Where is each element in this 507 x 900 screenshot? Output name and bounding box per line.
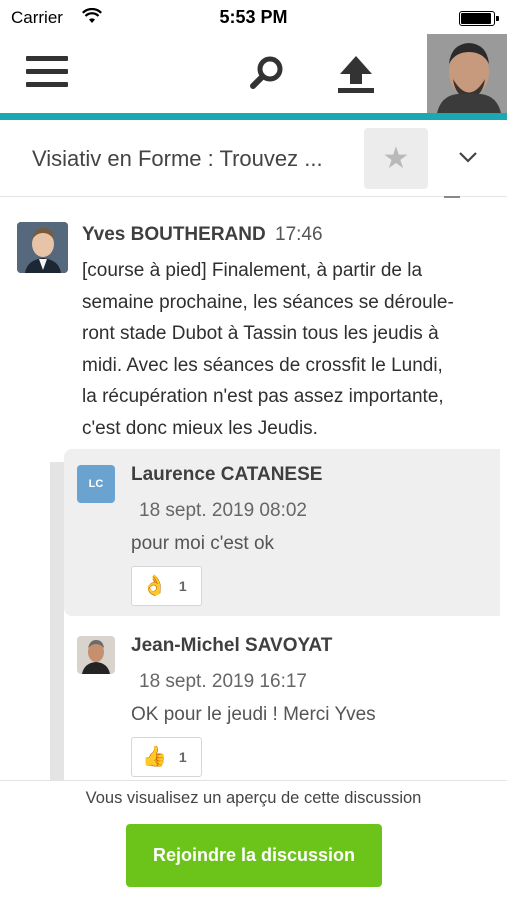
post-line: midi. Avec les séances de crossfit le Lu…	[82, 354, 443, 376]
post-line: semaine prochaine, les séances se déroul…	[82, 291, 454, 313]
preview-notice: Vous visualisez un aperçu de cette discu…	[85, 789, 422, 807]
join-discussion-button[interactable]: Rejoindre la discussion	[126, 824, 382, 887]
reply-date: 18 sept. 2019 08:02	[139, 500, 307, 521]
avatar[interactable]: LC	[77, 465, 115, 503]
clock: 5:53 PM	[219, 7, 288, 27]
star-icon: ★	[382, 141, 410, 175]
hamburger-menu-icon[interactable]	[26, 56, 68, 92]
reply-text: pour moi c'est ok	[131, 533, 275, 554]
favorite-button[interactable]: ★	[364, 128, 428, 189]
status-bar: Carrier 5:53 PM	[0, 0, 507, 36]
app-bar	[0, 34, 507, 113]
upload-icon[interactable]	[334, 52, 378, 96]
reply-author[interactable]: Laurence CATANESE	[131, 464, 322, 486]
search-icon[interactable]	[248, 54, 288, 94]
reaction-button[interactable]: 👍 1	[131, 737, 202, 777]
post-line: ront stade Dubot à Tassin tous les jeudi…	[82, 323, 439, 344]
reply-item: Jean-Michel SAVOYAT 18 sept. 2019 16:17 …	[64, 620, 500, 780]
battery-icon	[459, 11, 499, 26]
post-line: la récupération n'est pas assez importan…	[82, 386, 444, 407]
ok-hand-icon: 👌	[142, 575, 167, 597]
post-body: [course à pied] Finalement, à partir de …	[82, 255, 487, 444]
post-time: 17:46	[275, 224, 323, 245]
reply-date: 18 sept. 2019 16:17	[139, 671, 307, 692]
reaction-button[interactable]: 👌 1	[131, 566, 202, 606]
divider	[444, 196, 460, 198]
thread-line	[50, 462, 64, 780]
reply-text: OK pour le jeudi ! Merci Yves	[131, 704, 376, 725]
reaction-count: 1	[178, 749, 187, 765]
preview-footer: Vous visualisez un aperçu de cette discu…	[0, 780, 507, 900]
post-line: [course à pied] Finalement, à partir de …	[82, 260, 423, 281]
reply-author[interactable]: Jean-Michel SAVOYAT	[131, 635, 332, 657]
chevron-down-icon[interactable]	[455, 144, 481, 170]
avatar[interactable]	[17, 222, 68, 273]
reaction-count: 1	[178, 578, 187, 594]
discussion-title[interactable]: Visiativ en Forme : Trouvez ...	[32, 146, 323, 172]
post-line: c'est donc mieux les Jeudis.	[82, 417, 318, 439]
user-avatar[interactable]	[427, 34, 507, 113]
reply-item: LC Laurence CATANESE 18 sept. 2019 08:02…	[64, 449, 500, 616]
app-bar-accent	[0, 113, 507, 120]
thumbs-up-icon: 👍	[142, 746, 167, 768]
discussion-header: Visiativ en Forme : Trouvez ... ★	[0, 120, 507, 197]
avatar[interactable]	[77, 636, 115, 674]
post-author[interactable]: Yves BOUTHERAND	[82, 224, 266, 246]
avatar-initials: LC	[88, 478, 104, 490]
